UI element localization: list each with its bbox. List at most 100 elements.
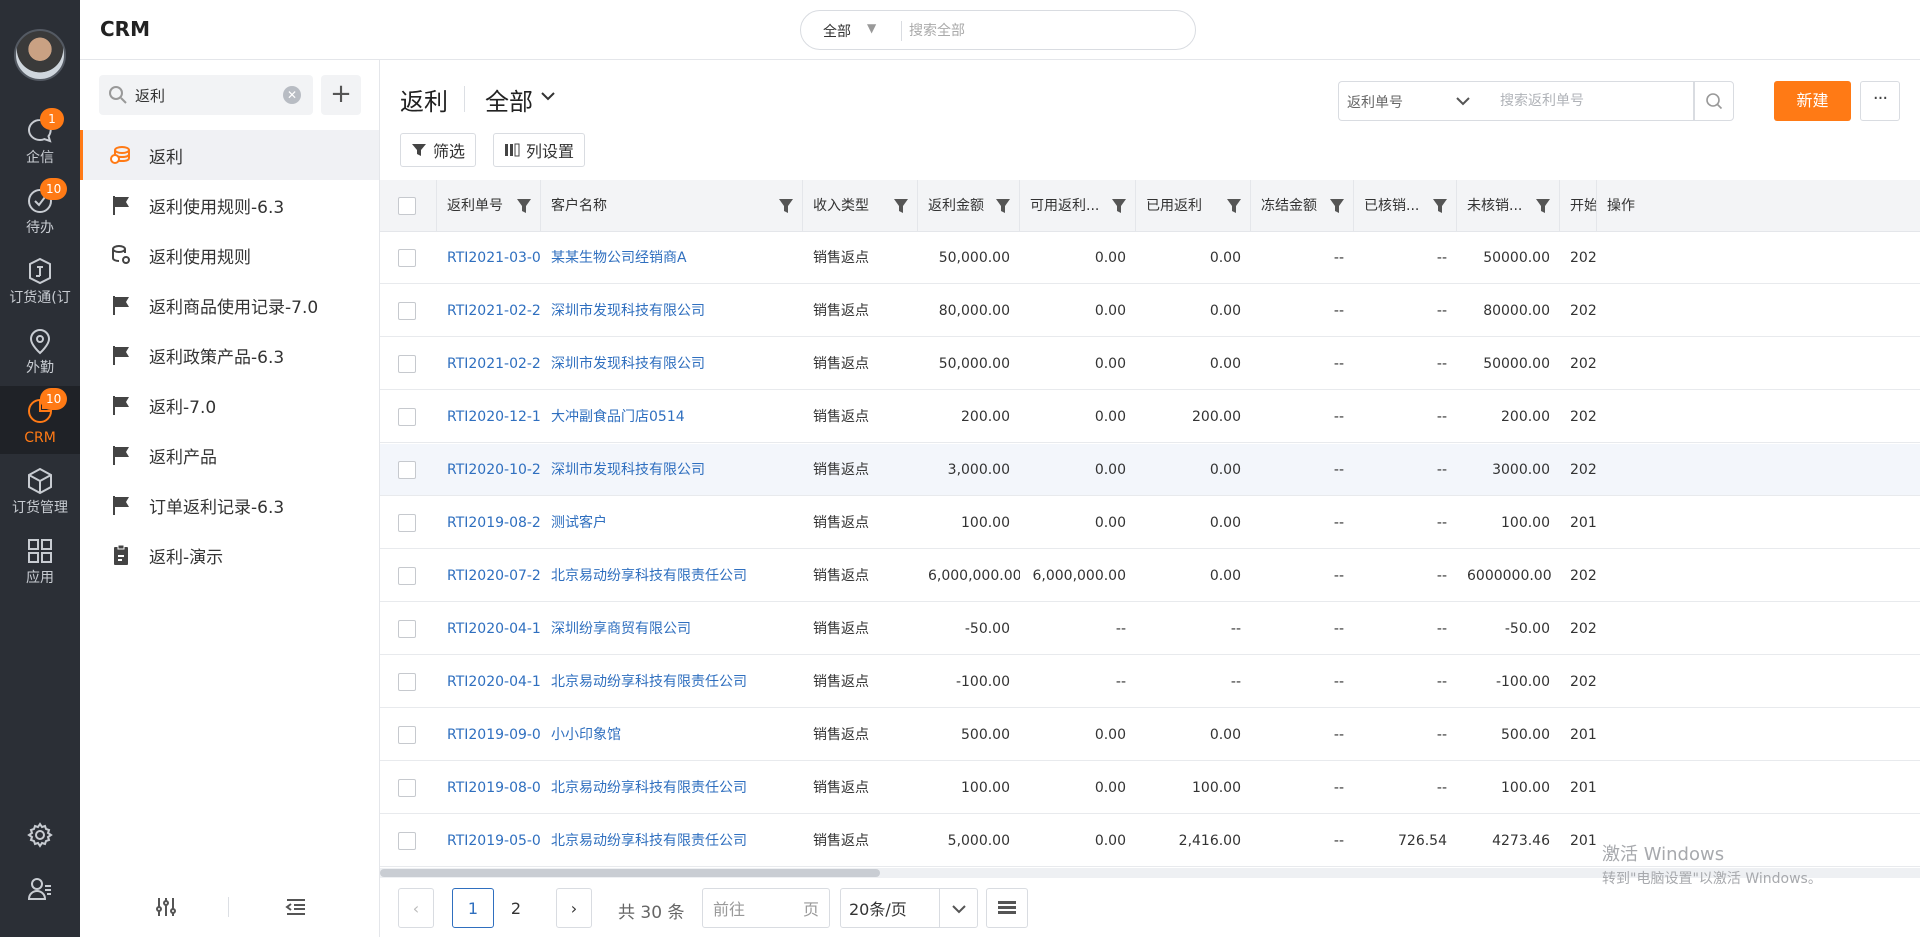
object-item[interactable]: 返利-演示: [80, 530, 379, 580]
table-row[interactable]: RTI2021-02-2...深圳市发现科技有限公司销售返点 80,000.00 0…: [380, 285, 1920, 337]
object-item[interactable]: 订单返利记录-6.3: [80, 480, 379, 530]
object-item[interactable]: 返利使用规则-6.3: [80, 180, 379, 230]
rebate-number-cell[interactable]: RTI2019-08-2...: [437, 497, 541, 549]
customer-name-cell[interactable]: 北京易动纷享科技有限责任公司: [541, 815, 803, 867]
filter-icon[interactable]: [996, 198, 1010, 214]
chevron-down-icon[interactable]: [540, 90, 556, 102]
more-button[interactable]: ···: [1860, 81, 1900, 121]
customer-name-cell[interactable]: 深圳市发现科技有限公司: [541, 285, 803, 337]
table-row[interactable]: RTI2021-02-2...深圳市发现科技有限公司销售返点 50,000.00 0…: [380, 338, 1920, 390]
table-row[interactable]: RTI2020-04-1...北京易动纷享科技有限责任公司销售返点 -100.00…: [380, 656, 1920, 708]
filter-icon[interactable]: [517, 198, 531, 214]
search-field-select[interactable]: 返利单号: [1338, 81, 1488, 121]
nav-item-qixin[interactable]: 企信 1: [0, 106, 80, 174]
table-row[interactable]: RTI2020-07-2...北京易动纷享科技有限责任公司销售返点 6,000,0…: [380, 550, 1920, 602]
object-item[interactable]: 返利商品使用记录-7.0: [80, 280, 379, 330]
nav-item-order-mgmt[interactable]: 订货管理: [0, 456, 80, 524]
settings-button[interactable]: [0, 815, 80, 855]
customer-name-cell[interactable]: 深圳市发现科技有限公司: [541, 444, 803, 496]
filter-icon[interactable]: [1112, 198, 1126, 214]
user-settings-button[interactable]: [0, 869, 80, 909]
sliders-icon[interactable]: [154, 895, 178, 919]
object-item[interactable]: 返利产品: [80, 430, 379, 480]
customer-name-cell[interactable]: 北京易动纷享科技有限责任公司: [541, 656, 803, 708]
row-checkbox[interactable]: [398, 779, 416, 797]
filter-button[interactable]: 筛选: [400, 133, 477, 167]
customer-name-cell[interactable]: 深圳纷享商贸有限公司: [541, 603, 803, 655]
customer-name-cell[interactable]: 测试客户: [541, 497, 803, 549]
object-search-input[interactable]: [135, 83, 275, 107]
select-all-checkbox[interactable]: [398, 197, 416, 215]
row-checkbox[interactable]: [398, 355, 416, 373]
table-row[interactable]: RTI2020-10-2...深圳市发现科技有限公司销售返点 3,000.00 0.…: [380, 444, 1920, 496]
density-toggle-button[interactable]: [986, 888, 1028, 928]
row-checkbox[interactable]: [398, 673, 416, 691]
rebate-number-cell[interactable]: RTI2021-03-0...: [437, 232, 541, 284]
nav-item-todo[interactable]: 待办 10: [0, 176, 80, 244]
rebate-number-cell[interactable]: RTI2021-02-2...: [437, 285, 541, 337]
customer-name-cell[interactable]: 北京易动纷享科技有限责任公司: [541, 550, 803, 602]
clear-icon[interactable]: ✕: [283, 86, 301, 104]
customer-name-cell[interactable]: 某某生物公司经销商A: [541, 232, 803, 284]
search-button[interactable]: [1694, 81, 1734, 121]
scrollbar-thumb[interactable]: [380, 869, 880, 877]
row-checkbox[interactable]: [398, 408, 416, 426]
nav-item-field[interactable]: 外勤: [0, 316, 80, 384]
table-row[interactable]: RTI2019-08-0...北京易动纷享科技有限责任公司销售返点 100.00 0…: [380, 762, 1920, 814]
row-checkbox[interactable]: [398, 832, 416, 850]
collapse-menu-icon[interactable]: [284, 895, 308, 919]
filter-icon[interactable]: [1536, 198, 1550, 214]
next-page-button[interactable]: ›: [556, 888, 592, 928]
rebate-number-cell[interactable]: RTI2019-05-0...: [437, 815, 541, 867]
caret-down-icon[interactable]: ▼: [867, 21, 876, 35]
prev-page-button[interactable]: ‹: [398, 888, 434, 928]
rebate-number-cell[interactable]: RTI2019-08-0...: [437, 762, 541, 814]
view-scope-select[interactable]: 全部: [485, 82, 533, 117]
filter-icon[interactable]: [779, 198, 793, 214]
filter-icon[interactable]: [1433, 198, 1447, 214]
object-item[interactable]: 返利使用规则: [80, 230, 379, 280]
customer-name-cell[interactable]: 北京易动纷享科技有限责任公司: [541, 762, 803, 814]
rebate-number-cell[interactable]: RTI2020-12-1...: [437, 391, 541, 443]
column-header[interactable]: 开始时: [1560, 180, 1597, 232]
table-row[interactable]: RTI2020-04-1...深圳纷享商贸有限公司销售返点 -50.00 -- -- -…: [380, 603, 1920, 655]
column-header[interactable]: 操作: [1597, 180, 1647, 232]
row-checkbox[interactable]: [398, 514, 416, 532]
search-scope-select[interactable]: 全部: [823, 21, 851, 41]
filter-icon[interactable]: [1330, 198, 1344, 214]
table-row[interactable]: RTI2020-12-1...大冲副食品门店0514 销售返点 200.00 0.00…: [380, 391, 1920, 443]
object-item[interactable]: 返利-7.0: [80, 380, 379, 430]
customer-name-cell[interactable]: 大冲副食品门店0514: [541, 391, 803, 443]
goto-page-input[interactable]: 前往 页: [702, 888, 830, 928]
nav-item-apps[interactable]: 应用: [0, 526, 80, 594]
row-checkbox[interactable]: [398, 249, 416, 267]
table-row[interactable]: RTI2019-08-2...测试客户销售返点 100.00 0.00 0.00 -- -…: [380, 497, 1920, 549]
global-search-input[interactable]: [909, 19, 1179, 43]
filter-icon[interactable]: [894, 198, 908, 214]
add-object-button[interactable]: +: [321, 75, 361, 115]
row-checkbox[interactable]: [398, 726, 416, 744]
rebate-number-cell[interactable]: RTI2020-07-2...: [437, 550, 541, 602]
table-row[interactable]: RTI2021-03-0...某某生物公司经销商A 销售返点 50,000.00 0.…: [380, 232, 1920, 284]
rebate-number-cell[interactable]: RTI2020-04-1...: [437, 603, 541, 655]
column-settings-button[interactable]: 列设置: [493, 133, 586, 167]
rebate-number-cell[interactable]: RTI2020-04-1...: [437, 656, 541, 708]
row-checkbox[interactable]: [398, 461, 416, 479]
page-size-select[interactable]: 20条/页: [840, 888, 978, 928]
column-header[interactable]: 客户名称: [541, 180, 803, 232]
rebate-number-cell[interactable]: RTI2021-02-2...: [437, 338, 541, 390]
customer-name-cell[interactable]: 深圳市发现科技有限公司: [541, 338, 803, 390]
filter-icon[interactable]: [1227, 198, 1241, 214]
avatar[interactable]: [14, 29, 66, 81]
object-item[interactable]: 返利政策产品-6.3: [80, 330, 379, 380]
row-checkbox[interactable]: [398, 302, 416, 320]
rebate-search-input[interactable]: [1488, 81, 1694, 121]
new-button[interactable]: 新建: [1774, 81, 1851, 121]
row-checkbox[interactable]: [398, 567, 416, 585]
rebate-number-cell[interactable]: RTI2020-10-2...: [437, 444, 541, 496]
row-checkbox[interactable]: [398, 620, 416, 638]
rebate-number-cell[interactable]: RTI2019-09-0...: [437, 709, 541, 761]
object-item-rebate[interactable]: 返利: [80, 130, 379, 180]
customer-name-cell[interactable]: 小小印象馆: [541, 709, 803, 761]
table-row[interactable]: RTI2019-09-0...小小印象馆销售返点 500.00 0.00 0.00 --…: [380, 709, 1920, 761]
